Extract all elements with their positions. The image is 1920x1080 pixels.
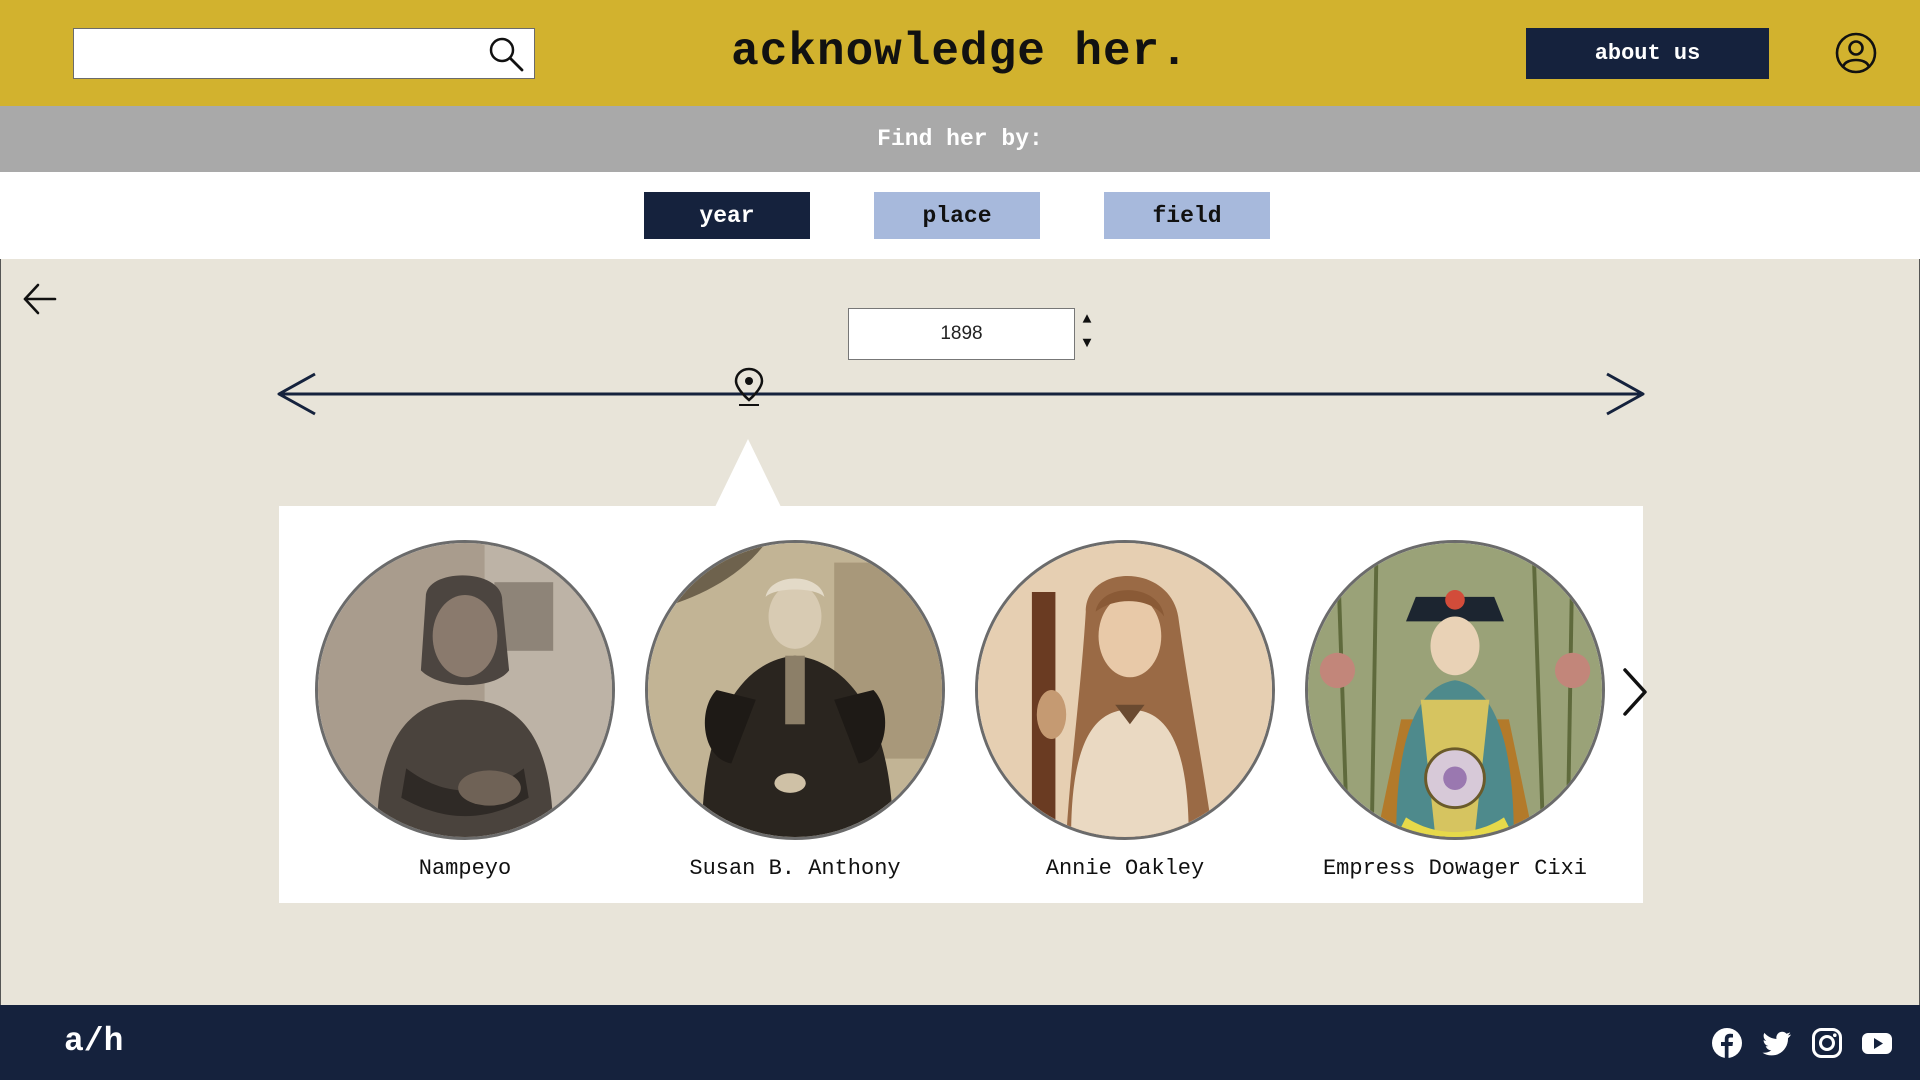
person-card[interactable]: Empress Dowager Cixi [1305,540,1605,881]
facebook-icon[interactable] [1711,1027,1743,1059]
find-her-by-label: Find her by: [877,126,1043,152]
year-input[interactable] [849,309,1074,359]
person-name: Nampeyo [418,856,512,881]
person-card[interactable]: Susan B. Anthony [645,540,945,881]
filter-field-button[interactable]: field [1104,192,1270,239]
twitter-icon[interactable] [1761,1027,1793,1059]
portrait-image [315,540,615,840]
year-field[interactable] [848,308,1075,360]
portrait-image [1305,540,1605,840]
find-her-by-bar: Find her by: [0,106,1920,172]
back-arrow-icon[interactable] [21,280,59,318]
results-panel: Nampeyo Susan B. Anthony Annie Oakley Em… [279,506,1647,903]
youtube-icon[interactable] [1861,1027,1893,1059]
selection-pointer [715,439,781,507]
chevron-right-icon[interactable] [1621,666,1649,718]
main-content: ▲ ▼ Nampeyo [0,259,1920,1005]
person-card[interactable]: Annie Oakley [975,540,1275,881]
person-name: Susan B. Anthony [689,856,901,881]
portrait-image [975,540,1275,840]
instagram-icon[interactable] [1811,1027,1843,1059]
location-pin-icon[interactable] [733,367,765,407]
filter-place-button[interactable]: place [874,192,1040,239]
timeline[interactable] [275,364,1647,424]
person-name: Empress Dowager Cixi [1322,856,1588,881]
filter-row: year place field [0,172,1920,259]
portrait-image [645,540,945,840]
site-title-text: acknowledge her. [731,26,1189,78]
user-account-icon[interactable] [1834,31,1878,75]
filter-year-button[interactable]: year [644,192,810,239]
about-us-button[interactable]: about us [1526,28,1769,79]
year-increment-button[interactable]: ▲ [1078,311,1096,329]
site-footer: a/h [0,1005,1920,1080]
footer-logo[interactable]: a/h [64,1023,123,1060]
person-card[interactable]: Nampeyo [315,540,615,881]
year-decrement-button[interactable]: ▼ [1078,335,1096,353]
person-name: Annie Oakley [1045,856,1205,881]
site-header: acknowledge her. about us [0,0,1920,106]
